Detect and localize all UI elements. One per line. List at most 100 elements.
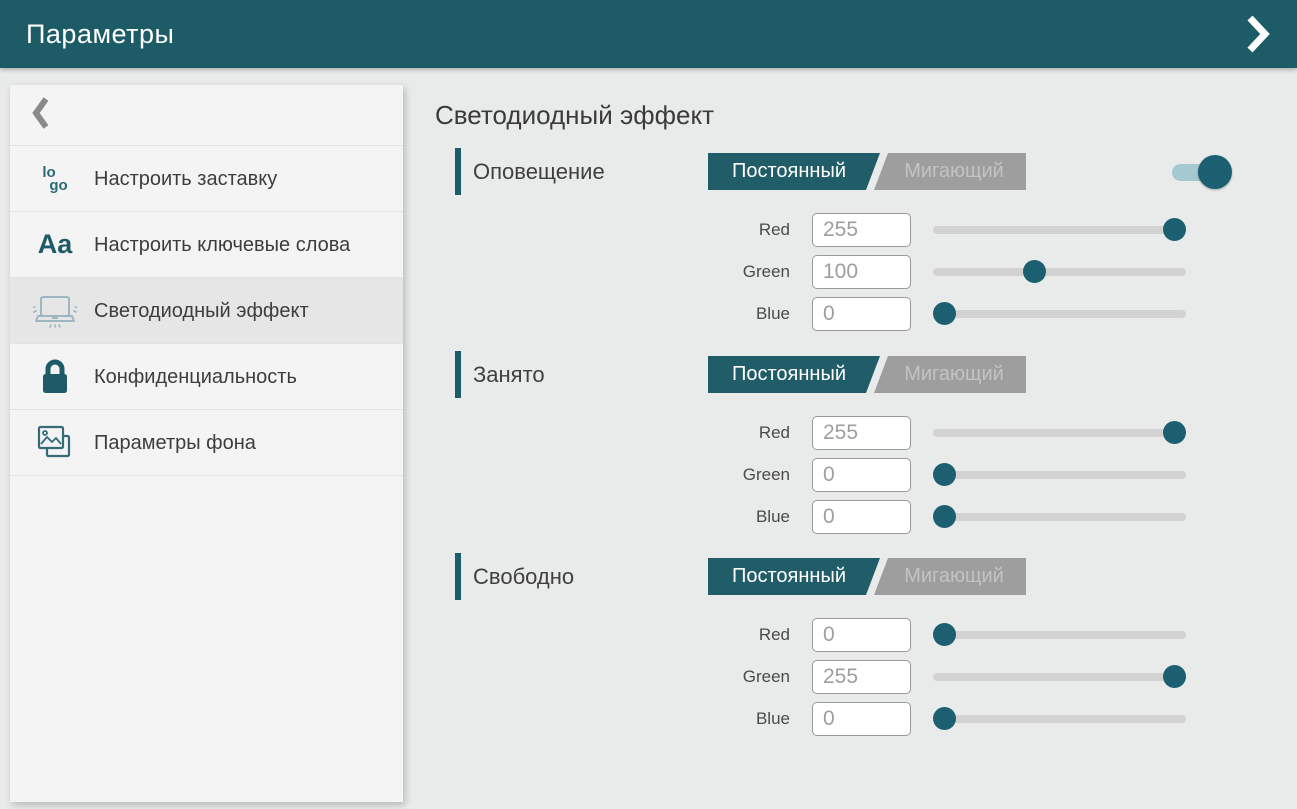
section-accent-bar <box>455 351 461 398</box>
section-name: Свободно <box>473 564 574 590</box>
chevron-right-icon[interactable] <box>1245 14 1271 54</box>
slider-knob[interactable] <box>1163 218 1186 241</box>
sidebar-item-label: Параметры фона <box>94 430 256 456</box>
slider-track <box>933 226 1186 234</box>
section-header: Занято Постоянный Мигающий <box>455 351 1235 398</box>
green-slider[interactable] <box>933 665 1186 689</box>
blue-value-input[interactable] <box>812 702 911 736</box>
slider-knob[interactable] <box>1163 665 1186 688</box>
blue-value-input[interactable] <box>812 297 911 331</box>
blue-value-input[interactable] <box>812 500 911 534</box>
blue-slider[interactable] <box>933 505 1186 529</box>
slider-knob[interactable] <box>1023 260 1046 283</box>
mode-segmented-control: Постоянный Мигающий <box>708 558 1026 595</box>
sidebar-item-label: Настроить заставку <box>94 166 277 192</box>
chevron-left-icon <box>32 96 50 135</box>
content-title: Светодиодный эффект <box>435 100 714 131</box>
channel-label: Red <box>700 220 790 240</box>
sidebar-item-label: Светодиодный эффект <box>94 298 309 324</box>
slider-knob[interactable] <box>933 302 956 325</box>
channel-label: Blue <box>700 304 790 324</box>
sidebar-item-keywords[interactable]: Aa Настроить ключевые слова <box>10 212 403 278</box>
channel-label: Green <box>700 262 790 282</box>
red-slider[interactable] <box>933 623 1186 647</box>
red-slider[interactable] <box>933 421 1186 445</box>
switch-knob <box>1198 155 1232 189</box>
sidebar-item-privacy[interactable]: Конфиденциальность <box>10 344 403 410</box>
slider-track <box>933 673 1186 681</box>
channel-row-green: Green <box>455 255 1235 289</box>
sidebar-item-led-effect[interactable]: Светодиодный эффект <box>10 278 403 344</box>
channel-label: Red <box>700 625 790 645</box>
channel-label: Green <box>700 465 790 485</box>
channel-label: Blue <box>700 507 790 527</box>
channel-row-red: Red <box>455 213 1235 247</box>
red-slider[interactable] <box>933 218 1186 242</box>
alert-toggle-switch[interactable] <box>1172 154 1228 190</box>
channel-label: Blue <box>700 709 790 729</box>
back-button[interactable] <box>10 85 403 146</box>
section-name: Оповещение <box>473 159 605 185</box>
slider-track <box>933 268 1186 276</box>
mode-constant-button[interactable]: Постоянный <box>708 356 880 393</box>
red-value-input[interactable] <box>812 213 911 247</box>
slider-knob[interactable] <box>933 707 956 730</box>
slider-knob[interactable] <box>1163 421 1186 444</box>
channel-row-green: Green <box>455 458 1235 492</box>
section-name: Занято <box>473 362 545 388</box>
mode-segmented-control: Постоянный Мигающий <box>708 356 1026 393</box>
slider-knob[interactable] <box>933 623 956 646</box>
red-value-input[interactable] <box>812 416 911 450</box>
logo-icon: lo go <box>32 166 78 192</box>
green-value-input[interactable] <box>812 458 911 492</box>
slider-knob[interactable] <box>933 463 956 486</box>
blue-slider[interactable] <box>933 302 1186 326</box>
section-header: Оповещение Постоянный Мигающий <box>455 148 1235 195</box>
slider-track <box>933 310 1186 318</box>
mode-constant-button[interactable]: Постоянный <box>708 558 880 595</box>
channel-label: Red <box>700 423 790 443</box>
slider-knob[interactable] <box>933 505 956 528</box>
channel-row-blue: Blue <box>455 297 1235 331</box>
sidebar-item-background[interactable]: Параметры фона <box>10 410 403 476</box>
font-icon: Aa <box>32 231 78 258</box>
sidebar-item-label: Настроить ключевые слова <box>94 232 350 258</box>
green-value-input[interactable] <box>812 660 911 694</box>
slider-track <box>933 471 1186 479</box>
mode-blinking-button[interactable]: Мигающий <box>874 558 1026 595</box>
green-value-input[interactable] <box>812 255 911 289</box>
slider-track <box>933 715 1186 723</box>
green-slider[interactable] <box>933 260 1186 284</box>
mode-blinking-button[interactable]: Мигающий <box>874 356 1026 393</box>
section-accent-bar <box>455 553 461 600</box>
section-alert: Оповещение Постоянный Мигающий Red Green <box>455 148 1235 339</box>
section-accent-bar <box>455 148 461 195</box>
slider-track <box>933 513 1186 521</box>
channel-row-red: Red <box>455 618 1235 652</box>
sidebar-item-label: Конфиденциальность <box>94 364 297 390</box>
sidebar: lo go Настроить заставку Aa Настроить кл… <box>10 85 403 802</box>
sidebar-item-splash-screen[interactable]: lo go Настроить заставку <box>10 146 403 212</box>
red-value-input[interactable] <box>812 618 911 652</box>
mode-blinking-button[interactable]: Мигающий <box>874 153 1026 190</box>
mode-constant-button[interactable]: Постоянный <box>708 153 880 190</box>
app-header: Параметры <box>0 0 1297 68</box>
section-busy: Занято Постоянный Мигающий Red Green <box>455 351 1235 542</box>
channel-row-green: Green <box>455 660 1235 694</box>
channel-row-blue: Blue <box>455 702 1235 736</box>
channel-row-blue: Blue <box>455 500 1235 534</box>
green-slider[interactable] <box>933 463 1186 487</box>
mode-segmented-control: Постоянный Мигающий <box>708 153 1026 190</box>
images-icon <box>32 424 78 462</box>
channel-row-red: Red <box>455 416 1235 450</box>
lock-icon <box>32 358 78 396</box>
blue-slider[interactable] <box>933 707 1186 731</box>
section-free: Свободно Постоянный Мигающий Red Green <box>455 553 1235 744</box>
slider-track <box>933 631 1186 639</box>
channel-label: Green <box>700 667 790 687</box>
settings-page: Параметры lo go Настроить заставку <box>0 0 1297 809</box>
slider-track <box>933 429 1186 437</box>
page-title: Параметры <box>26 19 174 50</box>
section-header: Свободно Постоянный Мигающий <box>455 553 1235 600</box>
monitor-icon <box>32 293 78 329</box>
